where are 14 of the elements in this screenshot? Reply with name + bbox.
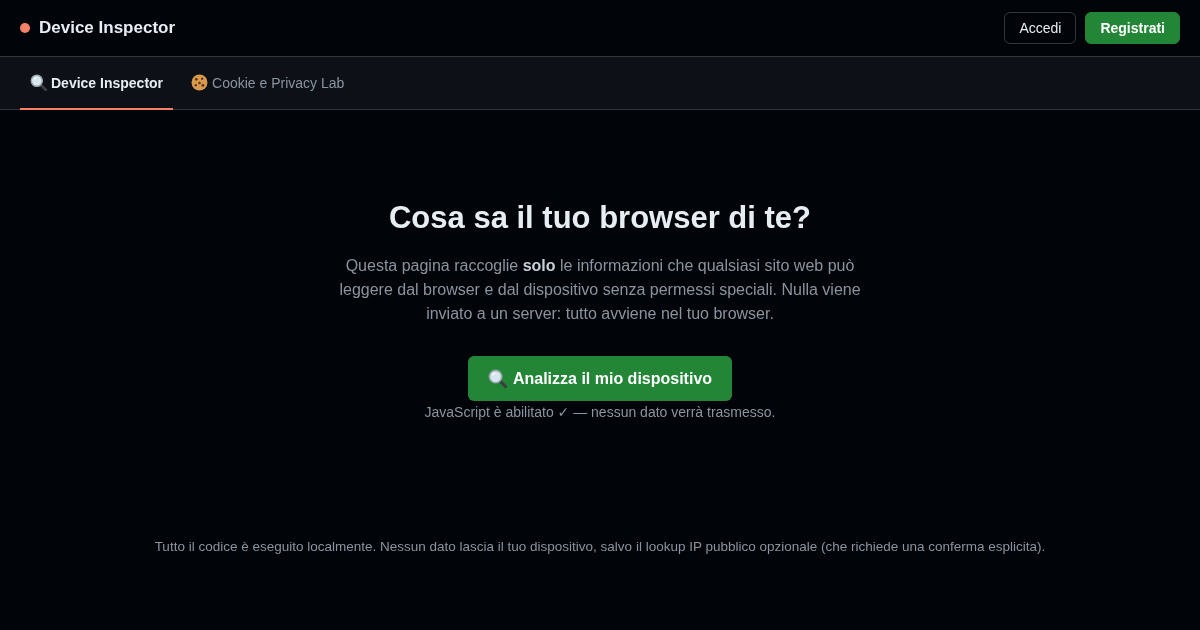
analyze-button[interactable]: Analizza il mio dispositivo xyxy=(467,356,733,401)
cookie-icon xyxy=(191,74,209,91)
status-note: JavaScript è abilitato ✓ — nessun dato verrà trasmesso. xyxy=(424,404,776,420)
login-button[interactable]: Accedi xyxy=(1004,12,1077,44)
nav-tab[interactable]: Cookie e Privacy Lab xyxy=(181,57,355,110)
app-title: Device Inspector xyxy=(39,18,176,38)
signup-button[interactable]: Registrati xyxy=(1085,12,1180,44)
magnifier-icon xyxy=(30,74,47,91)
intro-paragraph: Questa pagina raccoglie solo le informazioni che qualsiasi sito web può leggere dal browser e dal dispositivo senza permessi speciali. Nulla viene inviato a un server: tutto avviene nel tuo browser. xyxy=(338,256,862,324)
page-heading: Cosa sa il tuo browser di te? xyxy=(389,199,811,237)
magnifier-icon xyxy=(487,369,507,388)
nav-tab[interactable]: Device Inspector xyxy=(20,57,174,110)
footer-note: Tutto il codice è eseguito localmente. Nessun dato lascia il tuo dispositivo, salvo il lookup IP pubblico opzionale (che richiede una conferma esplicita). xyxy=(154,539,1046,554)
status-dot-icon xyxy=(20,23,30,33)
